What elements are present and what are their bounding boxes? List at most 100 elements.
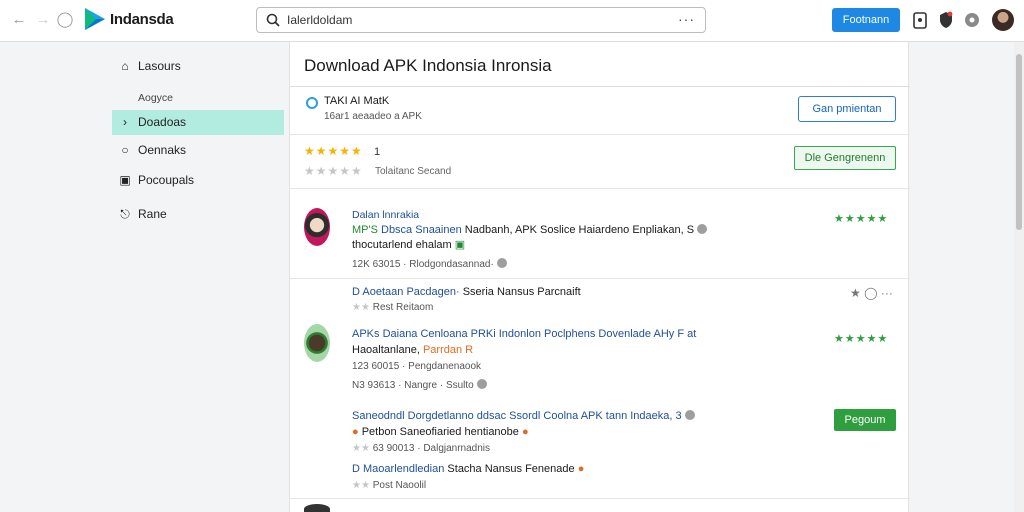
reply-meta-text: Post Naoolil	[372, 480, 427, 491]
reply-meta: ★★ Rest Reitaom	[352, 302, 433, 313]
review-body: Nadbanh, APK Soslice Haiardeno Enpliakan…	[464, 224, 695, 236]
rating-stars-empty[interactable]: ★★★★★	[304, 164, 363, 178]
review-text: ● Petbon Saneofiaried hentianobe ●	[352, 426, 529, 438]
review-meta-text: 12K 63015 · Rlodgondasannad·	[352, 259, 494, 270]
search-input[interactable]: Ialerldoldam	[287, 13, 352, 27]
circle-icon: ○	[121, 143, 129, 157]
play-logo-icon	[85, 8, 105, 30]
main-content: Download APK Indonsia Inronsia TAKI AI M…	[289, 42, 910, 512]
rating-stars: ★★★★★	[304, 144, 363, 158]
avatar[interactable]	[992, 9, 1014, 31]
sidebar-item-label: Lasours	[138, 59, 181, 73]
reload-icon[interactable]: ◯	[56, 11, 74, 29]
review-text: MP'S Dbsca Snaainen Nadbanh, APK Soslice…	[352, 224, 708, 236]
review-text: Haoaltanlane, Parrdan R	[352, 344, 473, 356]
sidebar-item-oennaks[interactable]: ○ Oennaks	[112, 138, 284, 163]
search-icon	[266, 13, 280, 27]
review-meta-text: 63 90013 · Dalgjanrnadnis	[372, 443, 491, 454]
sidebar-item-label: Rane	[138, 207, 167, 221]
report-icon[interactable]	[476, 379, 487, 389]
divider	[290, 86, 910, 87]
page-title: Download APK Indonsia Inronsia	[304, 56, 552, 75]
scrollbar-thumb[interactable]	[1016, 54, 1022, 230]
emoji-icon: ●	[352, 426, 359, 438]
reply-meta: ★★ Post Naoolil	[352, 480, 426, 491]
review-tag: MP'S	[352, 224, 378, 236]
app-icon	[306, 97, 318, 109]
info-icon[interactable]	[684, 410, 695, 420]
divider	[290, 188, 910, 189]
review-meta: 123 60015 · Pengdanenaook	[352, 361, 482, 372]
forward-arrow-icon[interactable]: →	[34, 11, 52, 29]
home-icon: ⌂	[121, 59, 129, 73]
search-bar[interactable]: Ialerldoldam ···	[256, 7, 706, 33]
more-icon[interactable]: ···	[678, 11, 695, 27]
settings-icon[interactable]	[964, 11, 980, 29]
review-reply: D Aoetaan Pacdagen· Sseria Nansus Parcna…	[352, 286, 581, 298]
shield-icon[interactable]	[938, 11, 954, 29]
review-meta-2: N3 93613 · Nangre · Ssulto	[352, 379, 487, 391]
review-title-text[interactable]: Saneodndl Dorgdetlanno ddsac Ssordl Cool…	[352, 410, 682, 422]
reply-marker: D	[352, 463, 360, 475]
emoji-icon: ▣	[454, 239, 466, 251]
clipboard-icon[interactable]	[912, 11, 928, 29]
reviewer-avatar[interactable]	[304, 324, 330, 362]
review-meta: 12K 63015 · Rlodgondasannad·	[352, 258, 507, 270]
review-title[interactable]: Saneodndl Dorgdetlanno ddsac Ssordl Cool…	[352, 410, 695, 422]
review-text-line2: thocutarlend ehalam ▣	[352, 238, 465, 251]
report-icon[interactable]	[496, 258, 507, 268]
install-button[interactable]: Gan pmientan	[798, 96, 896, 122]
app-name: Indansda	[110, 11, 174, 28]
primary-button[interactable]: Footnann	[832, 8, 900, 32]
review-title[interactable]: APKs Daiana Cenloana PRKi Indonlon Poclp…	[352, 328, 696, 340]
reviewer-avatar[interactable]	[304, 208, 330, 246]
review-link[interactable]: Dbsca Snaainen	[381, 224, 462, 236]
rating-subtitle: Tolaitanc Secand	[375, 166, 452, 177]
review-title[interactable]: Dalan lnnrakia	[352, 209, 419, 221]
info-icon[interactable]	[697, 224, 708, 234]
review-highlight: Parrdan R	[422, 344, 474, 356]
scrollbar[interactable]	[1014, 42, 1024, 512]
rate-button[interactable]: Dle Gengrenenn	[794, 146, 896, 170]
review-body: thocutarlend ehalam	[352, 239, 452, 251]
reply-actions[interactable]: ★ ◯ ···	[850, 286, 893, 300]
sidebar-item-doadoas[interactable]: › Doadoas	[112, 110, 284, 135]
divider	[290, 498, 910, 499]
sidebar-item-label: Doadoas	[138, 115, 187, 129]
rating-count: 1	[374, 146, 381, 158]
reply-author[interactable]: Aoetaan Pacdagen·	[362, 286, 459, 298]
review-meta: ★★ 63 90013 · Dalgjanrnadnis	[352, 443, 490, 454]
lock-icon: ⎋	[120, 207, 130, 221]
review-stars: ★★★★★	[834, 333, 889, 345]
review-meta-text: N3 93613 · Nangre · Ssulto	[352, 380, 474, 391]
back-arrow-icon[interactable]: ←	[10, 11, 28, 29]
top-bar: ← → ◯ Indansda Ialerldoldam ··· Footnann	[0, 0, 1024, 42]
review-stars: ★★★★★	[834, 213, 889, 225]
sidebar-item-pocoupals[interactable]: ▣ Pocoupals	[112, 168, 284, 193]
sidebar-item-lasours[interactable]: ⌂ Lasours	[112, 54, 284, 79]
action-button[interactable]: Pegoum	[834, 409, 896, 431]
review-reply: D Maoarlendledian Stacha Nansus Fenenade…	[352, 463, 584, 475]
emoji-icon: ●	[521, 426, 529, 438]
mini-stars: ★★	[352, 302, 370, 313]
reply-marker: D	[352, 286, 360, 298]
right-pane	[910, 42, 1014, 512]
divider	[290, 278, 910, 279]
reply-body: Stacha Nansus Fenenade	[447, 463, 575, 475]
review-body: Haoaltanlane,	[352, 344, 420, 356]
reply-meta-text: Rest Reitaom	[372, 302, 434, 313]
app-subtitle: 16ar1 aeaadeo a APK	[324, 111, 422, 122]
divider	[290, 134, 910, 135]
emoji-icon: ●	[577, 463, 585, 475]
review-body: Petbon Saneofiaried hentianobe	[361, 426, 519, 438]
sidebar-item-label: Pocoupals	[138, 173, 195, 187]
reply-body: Sseria Nansus Parcnaift	[462, 286, 581, 298]
app-name-label: TAKI AI MatK	[324, 95, 390, 107]
square-icon: ▣	[119, 173, 131, 187]
reviewer-avatar[interactable]	[304, 504, 330, 512]
reply-author[interactable]: Maoarlendledian	[363, 463, 444, 475]
sidebar-item-rane[interactable]: ⎋ Rane	[112, 202, 284, 227]
chevron-right-icon: ›	[123, 115, 127, 129]
mini-stars: ★★	[352, 480, 370, 491]
sidebar-heading: Aogyce	[138, 92, 174, 104]
